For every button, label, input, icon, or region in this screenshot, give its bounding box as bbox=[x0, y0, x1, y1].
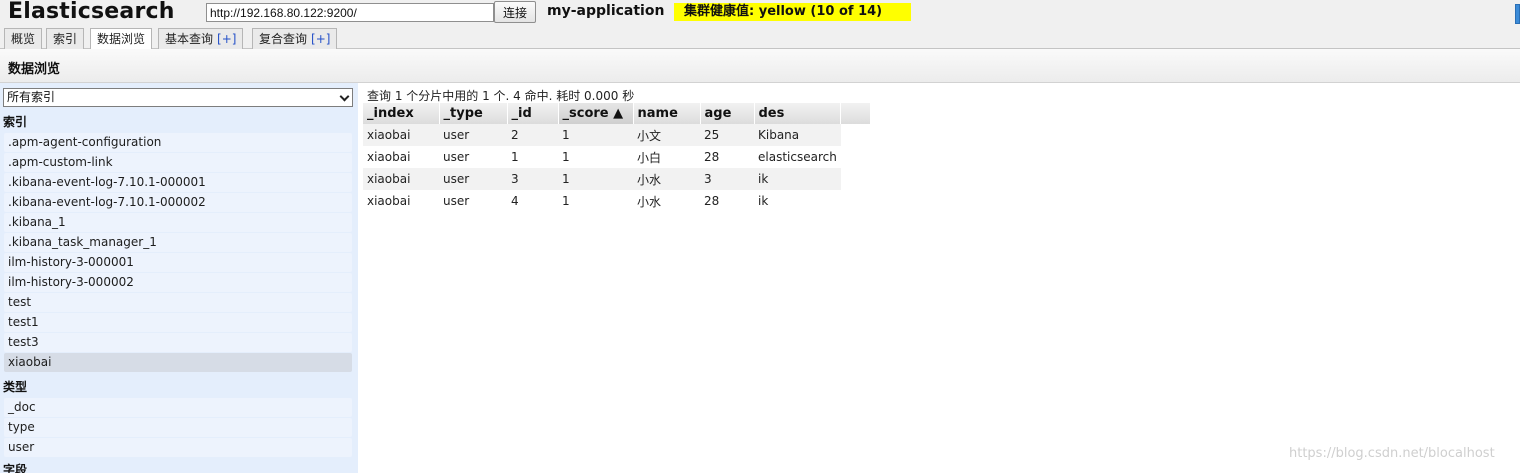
cell-name: 小水 bbox=[633, 190, 700, 212]
cell-filler bbox=[840, 168, 871, 190]
column-header-id[interactable]: _id bbox=[507, 103, 559, 124]
column-header-age[interactable]: age bbox=[700, 103, 755, 124]
cell-name: 小白 bbox=[633, 146, 700, 168]
cell-index: xiaobai bbox=[363, 124, 439, 146]
filter-sidebar: 所有索引 索引 .apm-agent-configuration .apm-cu… bbox=[0, 83, 358, 473]
column-header-filler bbox=[840, 103, 872, 124]
type-item[interactable]: _doc bbox=[4, 398, 352, 417]
tab-label: 数据浏览 bbox=[97, 32, 146, 46]
index-item[interactable]: .apm-agent-configuration bbox=[4, 133, 352, 152]
index-select-value: 所有索引 bbox=[7, 90, 56, 104]
cell-id: 1 bbox=[507, 146, 558, 168]
tab-compound-query[interactable]: 复合查询 [+] bbox=[252, 28, 338, 49]
watermark-text: https://blog.csdn.net/blocalhost bbox=[1289, 446, 1495, 461]
cell-type: user bbox=[439, 146, 507, 168]
cell-age: 28 bbox=[700, 190, 754, 212]
cell-age: 25 bbox=[700, 124, 754, 146]
fields-heading: 字段 bbox=[3, 463, 28, 473]
cell-type: user bbox=[439, 190, 507, 212]
cell-des: ik bbox=[754, 190, 841, 212]
indices-heading: 索引 bbox=[3, 115, 28, 129]
cell-des: elasticsearch bbox=[754, 146, 841, 168]
cell-index: xiaobai bbox=[363, 146, 439, 168]
index-select[interactable]: 所有索引 bbox=[3, 88, 353, 107]
cell-filler bbox=[840, 190, 871, 212]
cell-id: 2 bbox=[507, 124, 558, 146]
tab-label: 基本查询 bbox=[165, 32, 214, 46]
cell-index: xiaobai bbox=[363, 190, 439, 212]
column-header-type[interactable]: _type bbox=[439, 103, 508, 124]
add-query-plus[interactable]: [+] bbox=[217, 32, 236, 46]
query-summary: 查询 1 个分片中用的 1 个. 4 命中. 耗时 0.000 秒 bbox=[367, 89, 635, 103]
table-row[interactable]: xiaobai user 1 1 小白 28 elasticsearch bbox=[363, 146, 871, 168]
tab-basic-query[interactable]: 基本查询 [+] bbox=[158, 28, 244, 49]
column-header-score-sorted[interactable]: _score ▲ bbox=[558, 103, 634, 124]
column-header-des[interactable]: des bbox=[754, 103, 842, 124]
table-row[interactable]: xiaobai user 4 1 小水 28 ik bbox=[363, 190, 871, 212]
tab-data-browser[interactable]: 数据浏览 bbox=[90, 28, 153, 50]
tab-overview[interactable]: 概览 bbox=[4, 28, 43, 49]
cell-filler bbox=[840, 146, 871, 168]
cell-index: xiaobai bbox=[363, 168, 439, 190]
add-query-plus[interactable]: [+] bbox=[311, 32, 330, 46]
top-header: Elasticsearch 连接 my-application 集群健康值: y… bbox=[0, 0, 1520, 50]
cluster-url-input[interactable] bbox=[206, 3, 494, 22]
page-toolbar: 数据浏览 bbox=[0, 49, 1520, 83]
cell-des: Kibana bbox=[754, 124, 841, 146]
cell-score: 1 bbox=[558, 190, 633, 212]
cell-filler bbox=[840, 124, 871, 146]
cell-des: ik bbox=[754, 168, 841, 190]
cell-score: 1 bbox=[558, 146, 633, 168]
cell-score: 1 bbox=[558, 124, 633, 146]
tab-label: 索引 bbox=[53, 32, 78, 46]
column-header-index[interactable]: _index bbox=[363, 103, 440, 124]
index-item[interactable]: test bbox=[4, 293, 352, 312]
chevron-down-icon bbox=[339, 91, 350, 102]
index-item[interactable]: .apm-custom-link bbox=[4, 153, 352, 172]
index-item[interactable]: .kibana_task_manager_1 bbox=[4, 233, 352, 252]
results-table: _index _type _id _score ▲ name age des x… bbox=[363, 103, 872, 212]
page-title: 数据浏览 bbox=[8, 62, 61, 77]
cell-name: 小文 bbox=[633, 124, 700, 146]
tab-label: 复合查询 bbox=[259, 32, 308, 46]
type-item[interactable]: type bbox=[4, 418, 352, 437]
cell-id: 3 bbox=[507, 168, 558, 190]
index-item[interactable]: .kibana_1 bbox=[4, 213, 352, 232]
cell-age: 3 bbox=[700, 168, 754, 190]
connect-button[interactable]: 连接 bbox=[494, 1, 536, 23]
cell-name: 小水 bbox=[633, 168, 700, 190]
index-item-selected[interactable]: xiaobai bbox=[4, 353, 352, 372]
cell-type: user bbox=[439, 124, 507, 146]
table-header-row: _index _type _id _score ▲ name age des bbox=[363, 103, 872, 124]
tab-indices[interactable]: 索引 bbox=[46, 28, 85, 49]
cell-age: 28 bbox=[700, 146, 754, 168]
tab-label: 概览 bbox=[11, 32, 36, 46]
index-item[interactable]: test1 bbox=[4, 313, 352, 332]
window-edge-indicator bbox=[1515, 4, 1520, 24]
cell-type: user bbox=[439, 168, 507, 190]
index-item[interactable]: ilm-history-3-000002 bbox=[4, 273, 352, 292]
types-heading: 类型 bbox=[3, 380, 28, 394]
column-header-name[interactable]: name bbox=[633, 103, 701, 124]
app-title: Elasticsearch bbox=[8, 0, 175, 24]
cell-id: 4 bbox=[507, 190, 558, 212]
cluster-name: my-application bbox=[547, 3, 665, 19]
index-item[interactable]: .kibana-event-log-7.10.1-000001 bbox=[4, 173, 352, 192]
index-item[interactable]: test3 bbox=[4, 333, 352, 352]
table-row[interactable]: xiaobai user 3 1 小水 3 ik bbox=[363, 168, 871, 190]
cluster-health-badge: 集群健康值: yellow (10 of 14) bbox=[674, 3, 911, 21]
index-item[interactable]: .kibana-event-log-7.10.1-000002 bbox=[4, 193, 352, 212]
cell-score: 1 bbox=[558, 168, 633, 190]
index-item[interactable]: ilm-history-3-000001 bbox=[4, 253, 352, 272]
table-row[interactable]: xiaobai user 2 1 小文 25 Kibana bbox=[363, 124, 871, 146]
type-item[interactable]: user bbox=[4, 438, 352, 457]
